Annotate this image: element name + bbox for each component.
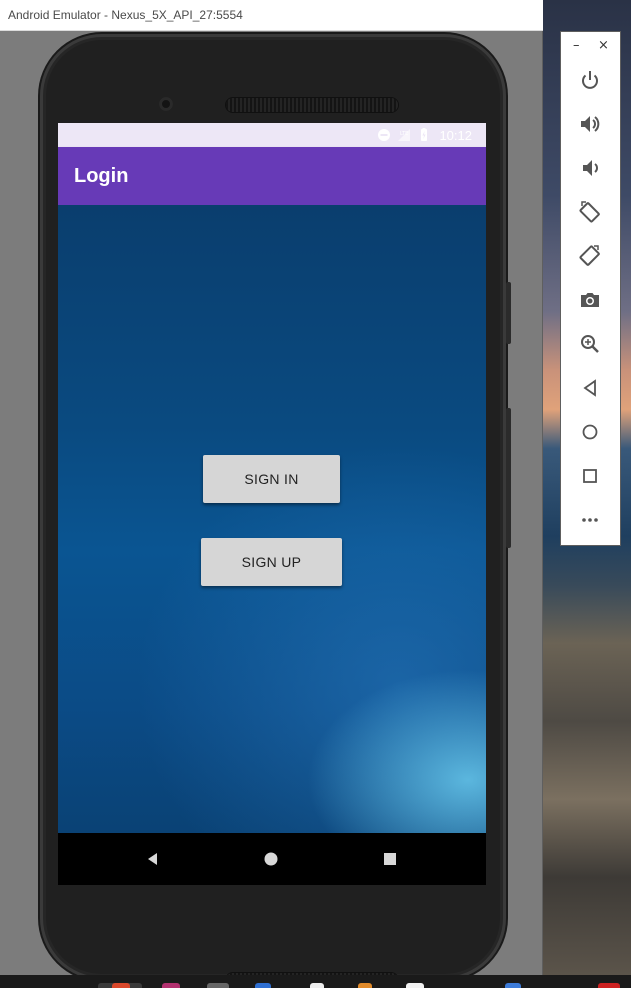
- taskbar-app-icon[interactable]: [505, 983, 521, 988]
- taskbar-app-icon[interactable]: [207, 983, 229, 988]
- window-title: Android Emulator - Nexus_5X_API_27:5554: [8, 8, 243, 22]
- camera-icon[interactable]: [578, 288, 602, 312]
- sign-in-button[interactable]: SIGN IN: [203, 455, 340, 503]
- device-power-button[interactable]: [506, 282, 511, 344]
- taskbar-app-icon[interactable]: [358, 983, 372, 988]
- app-bar: Login: [58, 147, 486, 205]
- taskbar-app-icon[interactable]: [255, 983, 271, 988]
- front-camera: [159, 97, 173, 111]
- taskbar-app-icon[interactable]: [310, 983, 324, 988]
- back-icon[interactable]: [578, 376, 602, 400]
- home-icon[interactable]: [578, 420, 602, 444]
- rotate-right-icon[interactable]: [578, 244, 602, 268]
- navigation-bar: [58, 833, 486, 885]
- emulator-window: Android Emulator - Nexus_5X_API_27:5554 …: [0, 0, 543, 987]
- power-icon[interactable]: [578, 68, 602, 92]
- app-bar-title: Login: [74, 165, 129, 187]
- top-speaker-grille: [226, 98, 398, 112]
- window-title-bar[interactable]: Android Emulator - Nexus_5X_API_27:5554: [0, 0, 543, 31]
- taskbar-app-icon[interactable]: [112, 983, 130, 988]
- overview-icon[interactable]: [578, 464, 602, 488]
- sign-up-button[interactable]: SIGN UP: [201, 538, 342, 586]
- login-content: SIGN IN SIGN UP: [58, 205, 486, 833]
- do-not-disturb-icon: [378, 129, 391, 141]
- taskbar-app-icon[interactable]: [162, 983, 180, 988]
- status-bar: LTE 10:12: [58, 123, 486, 147]
- recents-icon[interactable]: [380, 849, 400, 869]
- svg-text:LTE: LTE: [400, 131, 408, 137]
- close-button[interactable]: ×: [598, 38, 609, 53]
- rotate-left-icon[interactable]: [578, 200, 602, 224]
- zoom-icon[interactable]: [578, 332, 602, 356]
- signal-icon: LTE: [398, 129, 411, 141]
- os-taskbar: [0, 975, 631, 988]
- status-time: 10:12: [439, 127, 472, 143]
- home-icon[interactable]: [261, 849, 281, 869]
- battery-icon: [421, 128, 428, 141]
- volume-down-icon[interactable]: [578, 156, 602, 180]
- more-icon[interactable]: [578, 508, 602, 532]
- volume-up-icon[interactable]: [578, 112, 602, 136]
- minimize-button[interactable]: –: [573, 38, 580, 53]
- taskbar-app-icon[interactable]: [598, 983, 620, 988]
- device-screen: LTE 10:12 Login SIGN IN SIGN UP: [58, 123, 486, 885]
- status-icons: LTE 10:12: [377, 127, 472, 143]
- back-icon[interactable]: [143, 849, 163, 869]
- toolbar-window-controls: – ×: [561, 38, 620, 56]
- device-volume-rocker[interactable]: [506, 408, 511, 548]
- emulator-toolbar: – ×: [560, 31, 621, 546]
- taskbar-app-icon[interactable]: [406, 983, 424, 988]
